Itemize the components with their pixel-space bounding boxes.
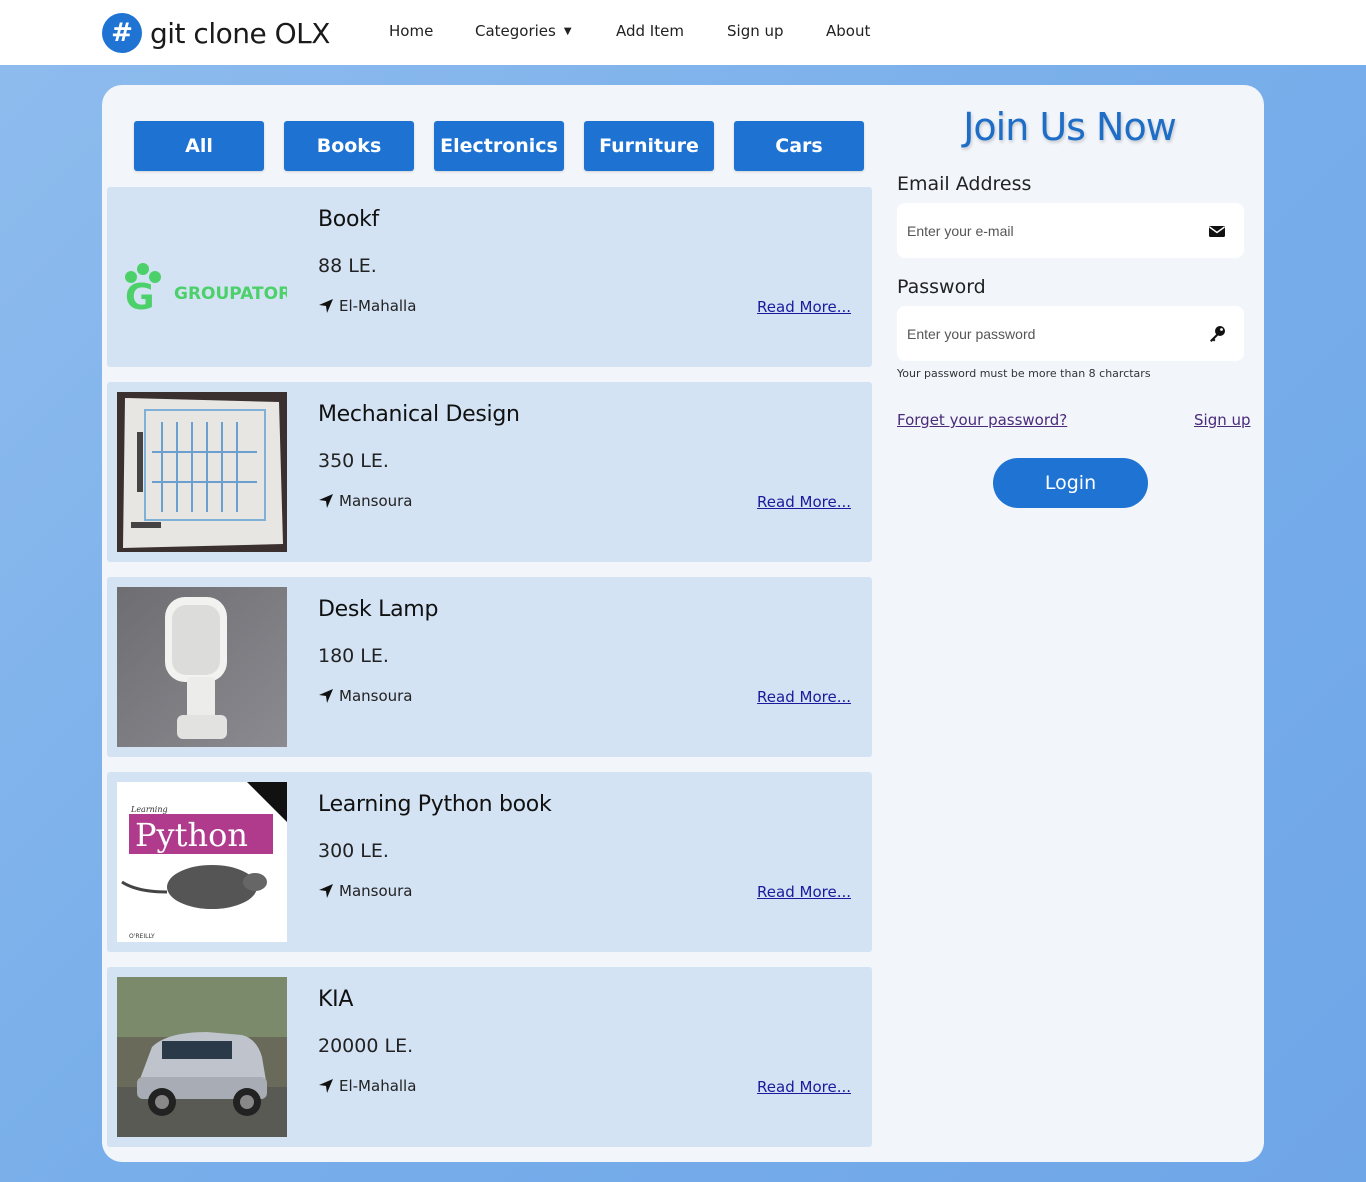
item-location: Mansoura xyxy=(318,492,413,510)
caret-down-icon: ▼ xyxy=(563,26,572,37)
item-location-text: Mansoura xyxy=(339,882,413,900)
password-field-box xyxy=(897,306,1244,361)
location-arrow-icon xyxy=(319,494,333,508)
item-location-text: El-Mahalla xyxy=(339,297,417,315)
read-more-link[interactable]: Read More... xyxy=(757,883,851,901)
envelope-icon xyxy=(1209,226,1225,237)
join-title: Join Us Now xyxy=(963,105,1177,149)
item-price: 20000 LE. xyxy=(318,1035,414,1057)
book-cover-title: Python xyxy=(135,816,248,854)
item-location: El-Mahalla xyxy=(318,1077,416,1095)
email-label: Email Address xyxy=(897,173,1032,195)
main-card: All Books Electronics Furniture Cars G G… xyxy=(102,85,1264,1162)
item-image: G GROUPATOR xyxy=(117,197,287,357)
item-image xyxy=(117,587,287,747)
item-location: Mansoura xyxy=(318,882,413,900)
nav-categories[interactable]: Categories ▼ xyxy=(475,22,572,40)
item-location-text: Mansoura xyxy=(339,687,413,705)
signup-link[interactable]: Sign up xyxy=(1194,411,1251,429)
item-price: 180 LE. xyxy=(318,645,389,667)
item-title[interactable]: Desk Lamp xyxy=(318,597,438,622)
item-image xyxy=(117,392,287,552)
item-location: Mansoura xyxy=(318,687,413,705)
item-price: 300 LE. xyxy=(318,840,389,862)
location-arrow-icon xyxy=(319,884,333,898)
svg-text:G: G xyxy=(125,277,155,318)
location-arrow-icon xyxy=(319,689,333,703)
book-cover-subtitle: Learning xyxy=(130,805,168,814)
nav-add-item[interactable]: Add Item xyxy=(616,22,684,40)
read-more-link[interactable]: Read More... xyxy=(757,298,851,316)
item-card: Mechanical Design 350 LE. Mansoura Read … xyxy=(107,382,872,562)
navbar: # git clone OLX Home Categories ▼ Add Ite… xyxy=(0,0,1366,65)
forgot-password-link[interactable]: Forget your password? xyxy=(897,411,1067,429)
nav-about[interactable]: About xyxy=(826,22,870,40)
read-more-link[interactable]: Read More... xyxy=(757,493,851,511)
location-arrow-icon xyxy=(319,299,333,313)
email-field[interactable] xyxy=(907,203,1197,258)
item-card: G GROUPATOR Bookf 88 LE. El-Mahalla Read… xyxy=(107,187,872,367)
category-cars-button[interactable]: Cars xyxy=(734,121,864,171)
item-location-text: El-Mahalla xyxy=(339,1077,417,1095)
category-furniture-button[interactable]: Furniture xyxy=(584,121,714,171)
item-card: Desk Lamp 180 LE. Mansoura Read More... xyxy=(107,577,872,757)
item-title[interactable]: Mechanical Design xyxy=(318,402,520,427)
item-location: El-Mahalla xyxy=(318,297,416,315)
item-title[interactable]: KIA xyxy=(318,987,353,1012)
password-field[interactable] xyxy=(907,306,1197,361)
category-all-button[interactable]: All xyxy=(134,121,264,171)
item-title[interactable]: Bookf xyxy=(318,207,379,232)
item-image xyxy=(117,977,287,1137)
book-cover-publisher: O'REILLY xyxy=(129,933,155,940)
hashtag-icon: # xyxy=(102,13,142,53)
item-card: Learning Python O'REILLY Learning Python… xyxy=(107,772,872,952)
read-more-link[interactable]: Read More... xyxy=(757,1078,851,1096)
category-electronics-button[interactable]: Electronics xyxy=(434,121,564,171)
item-price: 350 LE. xyxy=(318,450,389,472)
item-title[interactable]: Learning Python book xyxy=(318,792,552,817)
password-help-text: Your password must be more than 8 charct… xyxy=(897,367,1151,380)
nav-home[interactable]: Home xyxy=(389,22,433,40)
password-label: Password xyxy=(897,276,986,298)
item-card: KIA 20000 LE. El-Mahalla Read More... xyxy=(107,967,872,1147)
brand-name: git clone OLX xyxy=(150,16,330,50)
key-icon xyxy=(1210,326,1225,342)
nav-sign-up[interactable]: Sign up xyxy=(727,22,784,40)
login-button[interactable]: Login xyxy=(993,458,1148,508)
brand-logo[interactable]: # git clone OLX xyxy=(102,12,330,54)
location-arrow-icon xyxy=(319,1079,333,1093)
read-more-link[interactable]: Read More... xyxy=(757,688,851,706)
email-field-box xyxy=(897,203,1244,258)
item-location-text: Mansoura xyxy=(339,492,413,510)
nav-categories-label: Categories xyxy=(475,22,556,40)
category-books-button[interactable]: Books xyxy=(284,121,414,171)
item-price: 88 LE. xyxy=(318,255,377,277)
item-image: Learning Python O'REILLY xyxy=(117,782,287,942)
groupator-logo-text: GROUPATOR xyxy=(174,284,287,304)
